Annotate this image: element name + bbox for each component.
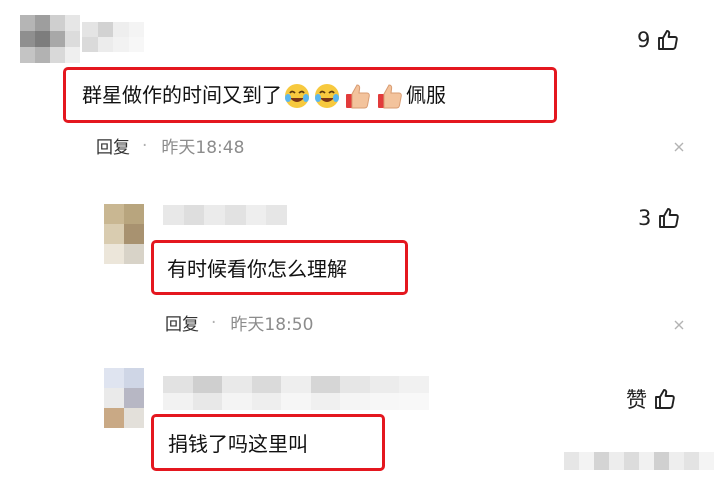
comment-highlight-box: 群星做作的时间又到了 佩服	[63, 67, 557, 123]
like-button[interactable]: 9	[637, 28, 680, 52]
thumbs-up-emoji	[378, 84, 402, 109]
comment-highlight-box: 捐钱了吗这里叫	[151, 414, 385, 471]
thumbs-up-icon	[655, 389, 675, 409]
reply-button[interactable]: 回复	[165, 310, 199, 335]
reply-button[interactable]: 回复	[96, 133, 130, 158]
separator-dot: ·	[211, 312, 217, 333]
thumbs-up-icon	[658, 30, 679, 50]
crying-laugh-emoji	[315, 84, 339, 109]
username-blurred[interactable]	[163, 205, 287, 225]
username-blurred[interactable]	[163, 376, 429, 410]
avatar-blurred[interactable]	[104, 204, 144, 264]
username-blurred[interactable]	[82, 22, 144, 52]
like-button[interactable]: 赞	[626, 384, 677, 414]
comment-text: 捐钱了吗这里叫	[168, 432, 308, 456]
crying-laugh-emoji	[285, 84, 309, 109]
like-button[interactable]: 3	[638, 206, 681, 230]
separator-dot: ·	[142, 135, 148, 156]
comment-text: 有时候看你怎么理解	[167, 257, 347, 281]
timestamp: 昨天18:50	[230, 315, 314, 335]
avatar-blurred[interactable]	[20, 15, 80, 63]
close-icon[interactable]	[673, 319, 685, 331]
like-count: 9	[637, 28, 651, 52]
like-count: 3	[638, 206, 652, 230]
close-icon[interactable]	[673, 141, 685, 153]
watermark-blurred	[564, 452, 714, 470]
comment-text: 群星做作的时间又到了 佩服	[82, 79, 446, 112]
avatar-blurred[interactable]	[104, 368, 144, 428]
comment-highlight-box: 有时候看你怎么理解	[151, 240, 408, 295]
timestamp: 昨天18:48	[161, 138, 245, 158]
thumbs-up-icon	[659, 208, 680, 228]
comment-meta: 回复 · 昨天18:50	[165, 310, 314, 336]
thumbs-up-emoji	[346, 84, 370, 109]
like-label: 赞	[626, 388, 647, 412]
comment-meta: 回复 · 昨天18:48	[96, 133, 245, 159]
